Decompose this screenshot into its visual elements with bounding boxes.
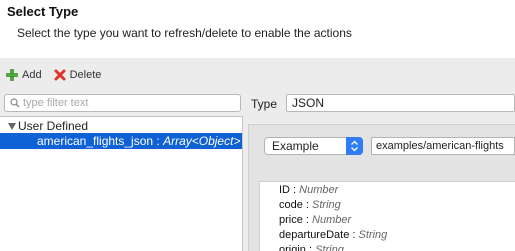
schema-field-name: price bbox=[279, 214, 303, 226]
schema-field-name: code bbox=[279, 199, 303, 211]
schema-field: departureDate : String bbox=[279, 229, 387, 241]
schema-field-name: ID bbox=[279, 184, 290, 196]
filter-field[interactable] bbox=[4, 94, 241, 112]
schema-field-sep: : bbox=[302, 199, 313, 211]
toolbar: Add Delete bbox=[0, 66, 200, 84]
schema-field-sep: : bbox=[305, 244, 316, 251]
schema-field: origin : String bbox=[279, 244, 344, 251]
schema-field-sep: : bbox=[349, 229, 359, 241]
tree-item-name: american_flights_json bbox=[37, 134, 154, 148]
filter-input[interactable] bbox=[23, 97, 233, 109]
schema-field: ID : Number bbox=[279, 184, 338, 196]
tree-item-separator: : bbox=[153, 134, 164, 148]
schema-field-name: departureDate bbox=[279, 229, 350, 241]
example-select[interactable]: Example bbox=[264, 137, 363, 155]
schema-field-type: String bbox=[358, 229, 388, 241]
schema-field-type: Number bbox=[312, 214, 352, 226]
schema-field-type: String bbox=[312, 199, 341, 211]
search-icon bbox=[10, 98, 20, 108]
delete-button[interactable]: Delete bbox=[54, 69, 102, 81]
expand-triangle-icon[interactable] bbox=[8, 122, 16, 130]
schema-field-sep: : bbox=[290, 184, 300, 196]
type-tree: User Defined american_flights_json : Arr… bbox=[0, 116, 243, 251]
schema-field: price : Number bbox=[279, 214, 351, 226]
delete-label: Delete bbox=[69, 69, 102, 81]
type-label: Type bbox=[251, 97, 278, 111]
delete-x-icon bbox=[54, 69, 66, 81]
plus-icon bbox=[6, 69, 18, 81]
example-select-value: Example bbox=[272, 139, 319, 153]
dialog-header: Select Type Select the type you want to … bbox=[0, 0, 515, 58]
schema-field: code : String bbox=[279, 199, 341, 211]
page-subtitle: Select the type you want to refresh/dele… bbox=[17, 26, 352, 40]
tree-item-american-flights-json[interactable]: american_flights_json : Array<Object> bbox=[0, 133, 242, 149]
type-field[interactable]: JSON bbox=[286, 94, 515, 112]
example-path-field[interactable]: examples/american-flights bbox=[371, 137, 515, 155]
add-label: Add bbox=[22, 69, 42, 81]
add-button[interactable]: Add bbox=[6, 69, 42, 81]
select-arrows-icon[interactable] bbox=[346, 137, 363, 155]
schema-field-type: String bbox=[315, 244, 344, 251]
schema-field-name: origin bbox=[279, 244, 306, 251]
page-title: Select Type bbox=[7, 4, 79, 19]
schema-field-sep: : bbox=[302, 214, 313, 226]
tree-item-type: Array<Object> bbox=[163, 134, 241, 148]
schema-field-type: Number bbox=[299, 184, 339, 196]
tree-group-label: User Defined bbox=[18, 119, 89, 133]
tree-group-user-defined[interactable]: User Defined bbox=[8, 119, 88, 133]
